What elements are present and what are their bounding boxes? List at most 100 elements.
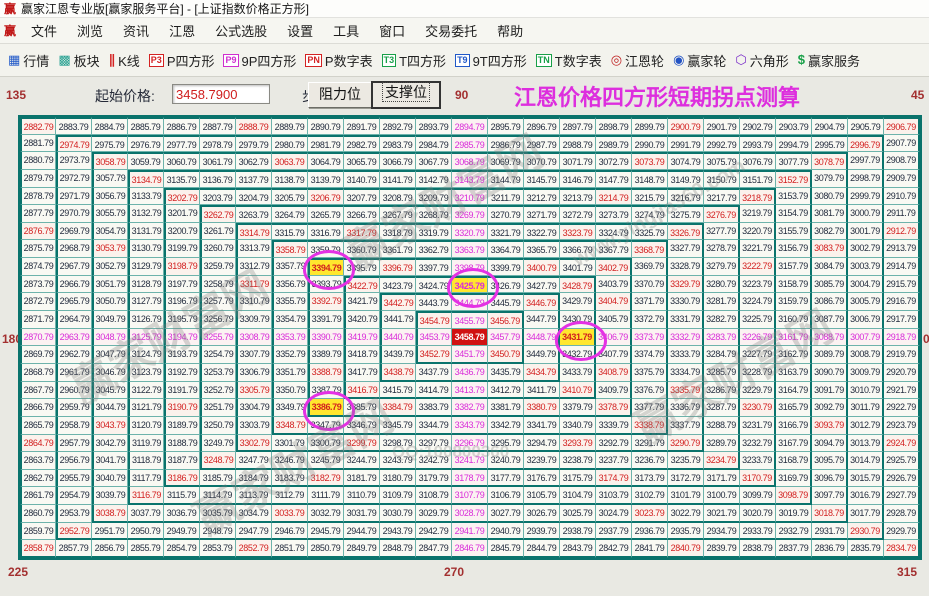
grid-cell: 3128.79 [128,276,164,294]
toolbar-button[interactable]: T3T四方形 [382,51,446,70]
grid-cell: 2843.79 [560,540,596,558]
grid-cell: 3318.79 [380,223,416,241]
grid-cell: 2917.79 [884,311,920,329]
grid-cell: 3142.79 [416,170,452,188]
toolbar-button[interactable]: T99T四方形 [455,51,527,70]
grid-cell: 2852.79 [236,540,272,558]
grid-cell: 3012.79 [848,417,884,435]
grid-cell: 3094.79 [812,435,848,453]
toolbar-button-label: 江恩轮 [625,51,664,70]
grid-cell: 3316.79 [308,223,344,241]
grid-cell: 3044.79 [92,399,128,417]
resistance-button[interactable]: 阻力位 [308,82,372,108]
grid-cell: 3060.79 [164,152,200,170]
toolbar-button[interactable]: ◉赢家轮 [673,51,726,70]
grid-cell: 2856.79 [92,540,128,558]
grid-cell: 3172.79 [668,470,704,488]
menu-item[interactable]: 设置 [277,21,323,40]
compass-label-315: 315 [897,565,917,579]
grid-cell: 3150.79 [704,170,740,188]
grid-cell: 2979.79 [236,135,272,153]
toolbar-button[interactable]: P3P四方形 [149,51,215,70]
start-price-input[interactable] [172,84,270,104]
grid-cell: 3445.79 [488,293,524,311]
menu-item[interactable]: 窗口 [369,21,415,40]
grid-cell: 3227.79 [740,346,776,364]
menu-item[interactable]: 交易委托 [415,21,487,40]
grid-cell: 3303.79 [236,417,272,435]
grid-cell: 3064.79 [308,152,344,170]
grid-cell: 3007.79 [848,329,884,347]
grid-cell: 3420.79 [344,311,380,329]
grid-cell: 3188.79 [164,435,200,453]
menu-item[interactable]: 工具 [323,21,369,40]
toolbar-button[interactable]: P99P四方形 [223,51,296,70]
toolbar-button-label: 9T四方形 [473,51,527,70]
grid-cell: 3077.79 [776,152,812,170]
grid-cell: 3082.79 [812,223,848,241]
toolbar-button[interactable]: ▦行情 [8,51,49,70]
grid-cell: 3130.79 [128,240,164,258]
toolbar-button[interactable]: ◎江恩轮 [611,51,664,70]
grid-cell: 3061.79 [200,152,236,170]
toolbar-button[interactable]: ▩板块 [58,51,99,70]
grid-cell: 3312.79 [236,258,272,276]
grid-cell: 3010.79 [848,382,884,400]
grid-cell: 2895.79 [488,117,524,135]
grid-cell: 3281.79 [704,293,740,311]
grid-cell: 3191.79 [164,382,200,400]
grid-cell: 3090.79 [812,364,848,382]
grid-cell: 3043.79 [92,417,128,435]
grid-cell: 3282.79 [704,311,740,329]
grid-cell: 3447.79 [524,311,560,329]
grid-cell: 3141.79 [380,170,416,188]
grid-cell: 2956.79 [56,452,92,470]
grid-cell: 3405.79 [596,311,632,329]
grid-cell: 3222.79 [740,258,776,276]
grid-cell: 3249.79 [200,435,236,453]
grid-cell: 2886.79 [164,117,200,135]
grid-cell: 2957.79 [56,435,92,453]
grid-cell: 2849.79 [344,540,380,558]
grid-cell: 3362.79 [416,240,452,258]
grid-cell: 3414.79 [416,382,452,400]
toolbar-button[interactable]: $赢家服务 [798,51,860,70]
grid-cell: 3020.79 [740,505,776,523]
toolbar-button[interactable]: ∥K线 [109,51,140,70]
grid-cell: 3347.79 [308,417,344,435]
grid-cell: 3436.79 [452,364,488,382]
grid-cell: 3444.79 [452,293,488,311]
grid-cell: 3078.79 [812,152,848,170]
grid-cell: 3358.79 [272,240,308,258]
support-button[interactable]: 支撑位 [371,81,441,109]
grid-cell: 3295.79 [488,435,524,453]
grid-cell: 3199.79 [164,240,200,258]
grid-cell: 2880.79 [20,152,56,170]
grid-cell: 3344.79 [416,417,452,435]
grid-cell: 3006.79 [848,311,884,329]
menu-item[interactable]: 帮助 [487,21,533,40]
menu-item[interactable]: 文件 [21,21,67,40]
menu-item[interactable]: 浏览 [67,21,113,40]
grid-cell: 2879.79 [20,170,56,188]
grid-cell: 3124.79 [128,346,164,364]
grid-cell: 3075.79 [704,152,740,170]
grid-cell: 3169.79 [776,470,812,488]
grid-cell: 3349.79 [272,399,308,417]
grid-cell: 3298.79 [380,435,416,453]
toolbar-button[interactable]: ⬡六角形 [735,51,788,70]
grid-cell: 2936.79 [632,523,668,541]
grid-cell: 2989.79 [596,135,632,153]
grid-cell: 3319.79 [416,223,452,241]
grid-cell: 2896.79 [524,117,560,135]
grid-cell: 3244.79 [344,452,380,470]
grid-cell: 3197.79 [164,276,200,294]
menu-item[interactable]: 公式选股 [205,21,277,40]
toolbar-button[interactable]: PNP数字表 [305,51,372,70]
toolbar-button[interactable]: TNT数字表 [536,51,602,70]
menu-item[interactable]: 江恩 [159,21,205,40]
grid-cell: 3401.79 [560,258,596,276]
grid-cell: 3076.79 [740,152,776,170]
menu-item[interactable]: 资讯 [113,21,159,40]
grid-cell: 3324.79 [596,223,632,241]
